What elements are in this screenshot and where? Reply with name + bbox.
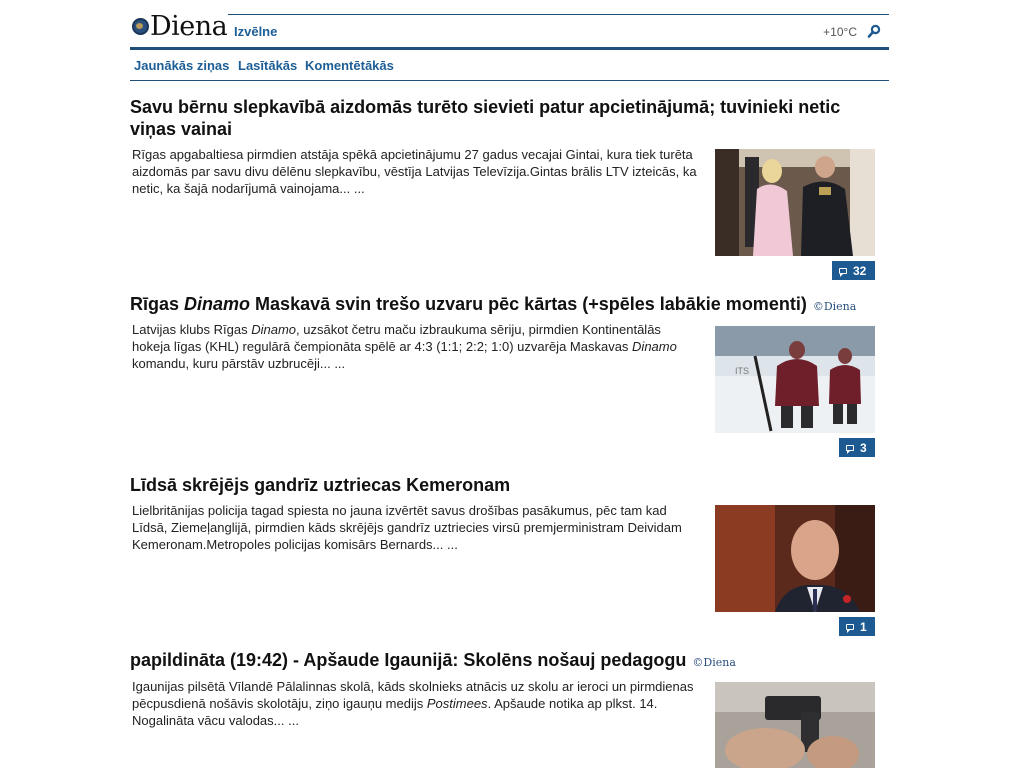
subnav: Jaunākās ziņas Lasītākās Komentētākās [130,50,889,81]
comment-count: 3 [860,440,867,455]
diena-stamp: ©Diena [692,656,736,669]
comment-count-badge[interactable]: 3 [839,438,875,457]
comment-count: 1 [860,619,867,634]
diena-stamp: ©Diena [812,300,857,313]
title-part-italic: Dinamo [184,294,251,314]
article-lead: Latvijas klubs Rīgas Dinamo, uzsākot čet… [132,321,697,372]
article-photo[interactable] [715,505,875,612]
comment-icon [846,444,854,454]
comment-icon [839,267,847,277]
article-title[interactable]: Rīgas Dinamo Maskavā svin trešo uzvaru p… [130,293,860,318]
header-top-rule [228,14,889,15]
svg-text:ITS: ITS [735,366,749,376]
article: papildināta (19:42) - Apšaude Igaunijā: … [130,649,875,768]
article-photo[interactable]: ITS [715,326,875,433]
globe-icon [132,17,149,35]
article-lead: Rīgas apgabaltiesa pirmdien atstāja spēk… [132,147,697,196]
title-part: Rīgas [130,294,185,314]
article-photo[interactable] [715,149,875,256]
menu-button[interactable]: Izvēlne [234,24,277,39]
title-part: Maskavā svin trešo uzvaru pēc kārtas (+s… [250,294,807,314]
logo-text: Diena [150,10,228,42]
lead-part: Latvijas klubs Rīgas [132,322,252,337]
article-title[interactable]: papildināta (19:42) - Apšaude Igaunijā: … [130,649,860,674]
lead-part-italic: Dinamo [251,322,297,337]
lead-part-italic: Dinamo [632,339,677,354]
subnav-most-commented[interactable]: Komentētākās [305,58,394,73]
lead-part: komandu, kuru pārstāv uzbrucēji... ... [132,356,346,371]
article: Rīgas Dinamo Maskavā svin trešo uzvaru p… [130,293,875,457]
comment-icon [846,623,854,633]
lead-part-italic: Postimees [426,696,488,711]
article: Savu bērnu slepkavībā aizdomās turēto si… [130,96,875,280]
search-icon[interactable] [867,24,881,38]
comment-count: 32 [853,263,867,278]
article: Līdsā skrējējs gandrīz uztriecas Kemeron… [130,474,875,636]
article-lead: Igaunijas pilsētā Vīlandē Pālalinnas sko… [132,678,697,729]
temperature: +10°C [823,25,857,39]
article-photo[interactable] [715,682,875,768]
comment-count-badge[interactable]: 32 [832,261,875,280]
article-title[interactable]: Līdsā skrējējs gandrīz uztriecas Kemeron… [130,474,860,496]
subnav-most-read[interactable]: Lasītākās [238,58,297,73]
comment-count-badge[interactable]: 1 [839,617,875,636]
page: Diena Izvēlne +10°C Jaunākās ziņas Lasīt… [130,0,889,768]
article-lead: Lielbritānijas policija tagad spiesta no… [132,503,682,552]
title-text: papildināta (19:42) - Apšaude Igaunijā: … [130,650,687,670]
header: Diena Izvēlne +10°C [130,0,889,50]
subnav-latest[interactable]: Jaunākās ziņas [134,58,229,73]
site-logo[interactable]: Diena [132,10,228,42]
article-title[interactable]: Savu bērnu slepkavībā aizdomās turēto si… [130,96,860,140]
